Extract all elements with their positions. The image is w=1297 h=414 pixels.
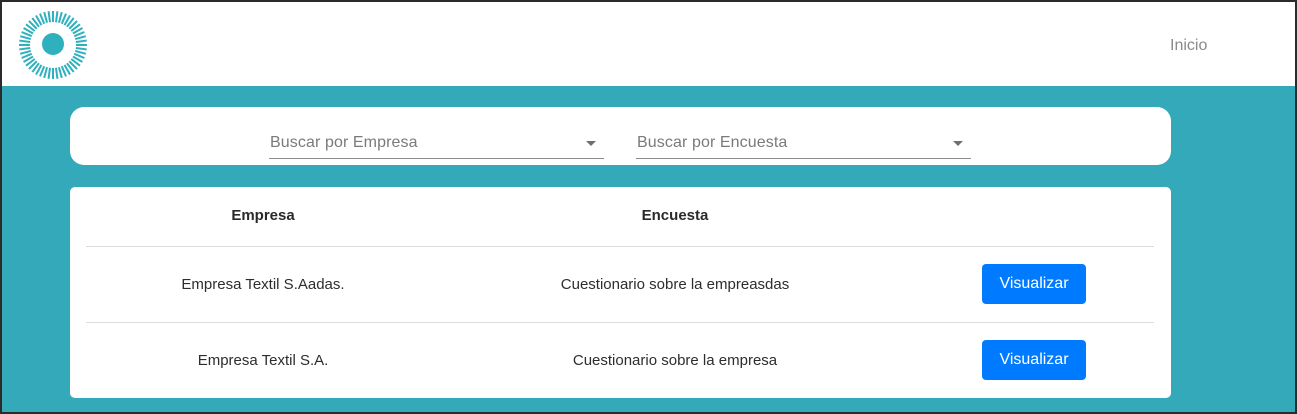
results-table: Empresa Encuesta Empresa Textil S.Aadas.…: [70, 187, 1171, 398]
logo-ray: [43, 11, 49, 24]
logo-ray: [47, 67, 51, 79]
empresa-select[interactable]: Buscar por Empresa: [269, 127, 604, 159]
navbar: Inicio: [2, 2, 1295, 86]
logo-ray: [43, 66, 49, 79]
logo-ray: [55, 11, 59, 23]
filter-bar: Buscar por Empresa Buscar por Encuesta: [70, 107, 1171, 165]
empresa-select-placeholder: Buscar por Empresa: [270, 134, 418, 151]
encuesta-select-placeholder: Buscar por Encuesta: [637, 134, 788, 151]
table-row: Empresa Textil S.Aadas. Cuestionario sob…: [70, 247, 1171, 322]
logo-ray: [74, 49, 87, 55]
app-window: Inicio Buscar por Empresa Buscar por Enc…: [0, 0, 1297, 414]
logo-ray: [55, 67, 59, 79]
logo-ray: [47, 11, 51, 23]
column-header-empresa: Empresa: [231, 207, 295, 224]
table-row: Empresa Textil S.A. Cuestionario sobre l…: [70, 323, 1171, 398]
cell-encuesta: Cuestionario sobre la empreasdas: [560, 276, 790, 293]
cell-empresa: Empresa Textil S.Aadas.: [181, 276, 345, 293]
logo-ray: [19, 39, 31, 43]
chevron-down-icon: [586, 141, 596, 146]
logo-ray: [57, 66, 63, 79]
logo-ray: [19, 49, 32, 55]
visualizar-button[interactable]: Visualizar: [982, 340, 1086, 380]
logo-center: [42, 33, 64, 55]
sunburst-logo[interactable]: [16, 8, 90, 82]
cell-empresa: Empresa Textil S.A.: [197, 352, 329, 369]
visualizar-button[interactable]: Visualizar: [982, 264, 1086, 304]
nav-link-inicio[interactable]: Inicio: [1170, 37, 1207, 55]
logo-ray: [75, 39, 87, 43]
logo-ray: [57, 11, 63, 24]
encuesta-select[interactable]: Buscar por Encuesta: [636, 127, 971, 159]
logo-ray: [75, 47, 87, 51]
logo-ray: [74, 35, 87, 41]
logo-ray: [19, 47, 31, 51]
logo-ray: [19, 35, 32, 41]
cell-encuesta: Cuestionario sobre la empresa: [572, 352, 778, 369]
column-header-encuesta: Encuesta: [641, 207, 709, 224]
chevron-down-icon: [953, 141, 963, 146]
